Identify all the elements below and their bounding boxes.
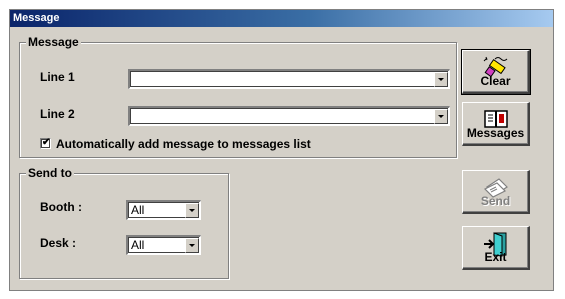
line2-combobox[interactable] [128, 106, 450, 126]
send-button-label: Send [480, 194, 511, 208]
send-button[interactable]: Send [462, 170, 530, 214]
window-titlebar: Message [10, 10, 553, 27]
desk-dropdown-button[interactable] [185, 238, 199, 253]
sendto-groupbox: Send to Booth : All Desk : All [19, 166, 229, 279]
line1-combobox[interactable] [128, 69, 450, 89]
sendto-group-legend: Send to [26, 166, 74, 180]
line2-dropdown-button[interactable] [434, 109, 448, 124]
clear-button[interactable]: Clear [461, 49, 531, 95]
booth-dropdown-button[interactable] [185, 203, 199, 218]
line1-label: Line 1 [40, 70, 75, 84]
clear-button-label: Clear [480, 74, 511, 88]
desk-combobox[interactable]: All [126, 235, 201, 255]
messages-button[interactable]: Messages [462, 102, 530, 146]
auto-add-checkbox[interactable]: ✔ [40, 137, 51, 149]
message-group-legend: Message [26, 35, 81, 49]
checkmark-icon: ✔ [42, 137, 51, 148]
desk-label: Desk : [40, 236, 77, 250]
messages-button-label: Messages [466, 126, 525, 140]
line1-dropdown-button[interactable] [434, 72, 448, 87]
line2-label: Line 2 [40, 107, 75, 121]
exit-button[interactable]: Exit [462, 226, 530, 270]
booth-label: Booth : [40, 200, 82, 214]
desk-value: All [131, 238, 145, 252]
booth-value: All [131, 203, 145, 217]
auto-add-label: Automatically add message to messages li… [56, 137, 311, 151]
exit-button-label: Exit [484, 250, 507, 264]
message-window: Message Message Line 1 Line 2 ✔ Automati… [9, 9, 554, 291]
booth-combobox[interactable]: All [126, 200, 201, 220]
